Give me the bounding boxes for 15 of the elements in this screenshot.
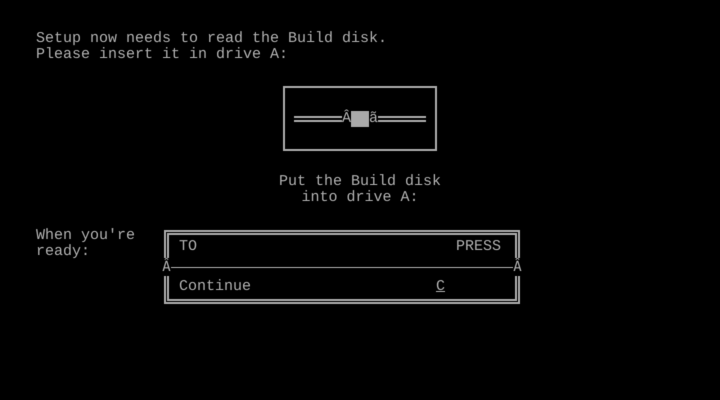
divider-glyph: Â [513,258,522,276]
prompt-text: into drive A: [300,190,420,206]
drive-glyph: ã [369,110,378,126]
column-header: PRESS [456,239,501,255]
key-cell: C [436,279,445,295]
drive-glyph: Â [342,110,351,126]
prompt-text: Put the Build disk [278,174,442,190]
drive-slot-icon [351,110,369,126]
action-cell: Continue [179,279,252,295]
instruction-text: Please insert it in drive A: [36,47,290,63]
column-header: TO [179,239,198,255]
ready-label: ready: [36,244,92,260]
ready-label: When you're [36,228,136,244]
divider-glyph: Â [162,258,171,276]
instruction-text: Setup now needs to read the Build disk. [36,31,388,47]
